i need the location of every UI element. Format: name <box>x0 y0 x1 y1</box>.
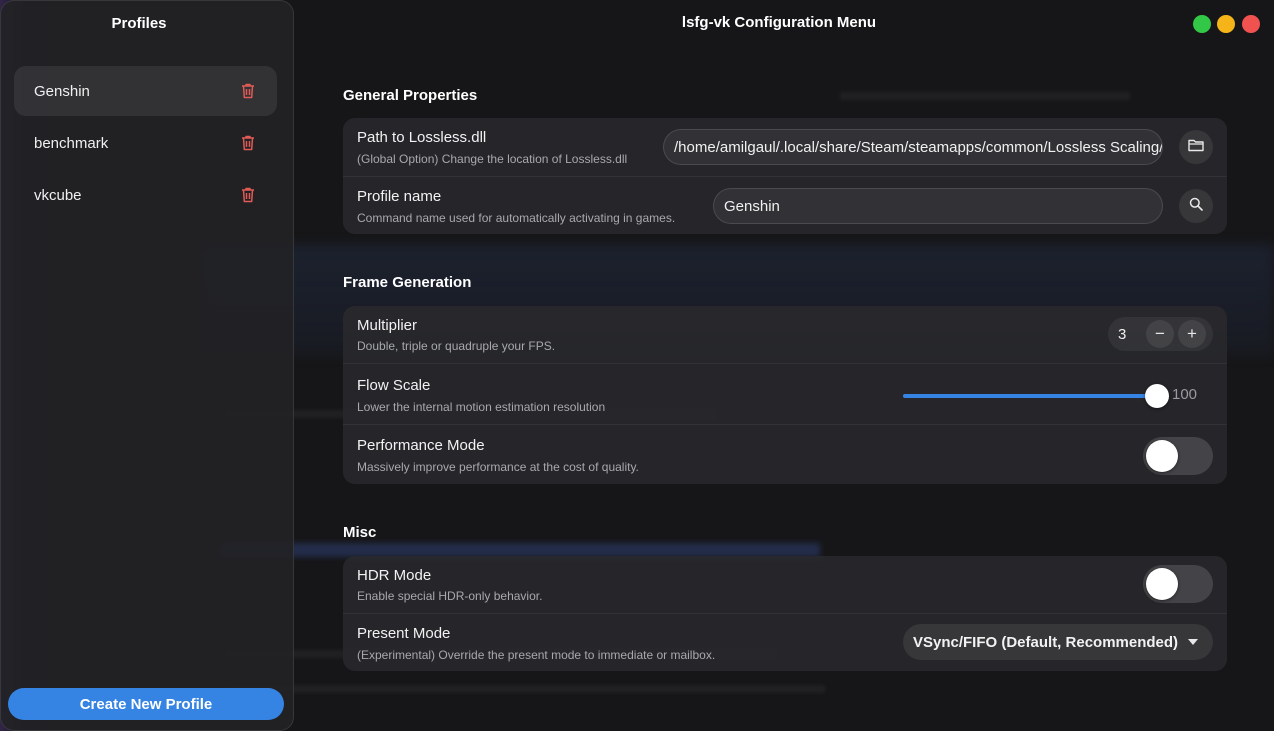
performance-mode-row: Performance Mode Massively improve perfo… <box>343 424 1227 484</box>
create-profile-button[interactable]: Create New Profile <box>8 688 284 720</box>
chevron-down-icon <box>1188 639 1199 645</box>
profile-item-genshin[interactable]: Genshin <box>14 66 277 116</box>
path-input[interactable]: /home/amilgaul/.local/share/Steam/steama… <box>663 129 1163 165</box>
frame-generation-group: Multiplier Double, triple or quadruple y… <box>343 306 1227 484</box>
multiplier-spinner: 3 − + <box>1108 317 1213 351</box>
search-button[interactable] <box>1179 189 1213 223</box>
minimize-button[interactable] <box>1217 15 1235 33</box>
window-title: lsfg-vk Configuration Menu <box>681 14 877 31</box>
flow-scale-title: Flow Scale <box>357 377 431 394</box>
hdr-mode-row: HDR Mode Enable special HDR-only behavio… <box>343 556 1227 613</box>
flow-scale-subtitle: Lower the internal motion estimation res… <box>357 400 606 414</box>
hdr-mode-title: HDR Mode <box>357 567 432 584</box>
delete-icon[interactable] <box>239 186 257 204</box>
maximize-button[interactable] <box>1193 15 1211 33</box>
flow-scale-row: Flow Scale Lower the internal motion est… <box>343 363 1227 424</box>
profile-item-benchmark[interactable]: benchmark <box>14 118 277 168</box>
present-mode-subtitle: (Experimental) Override the present mode… <box>357 648 716 662</box>
sidebar-title: Profiles <box>111 15 167 32</box>
slider-handle[interactable] <box>1145 384 1169 408</box>
section-title-misc: Misc <box>343 524 377 541</box>
profile-name: Genshin <box>34 82 90 100</box>
performance-mode-switch[interactable] <box>1143 437 1213 475</box>
profile-name: benchmark <box>34 134 109 152</box>
multiplier-value[interactable]: 3 <box>1108 326 1146 343</box>
folder-icon <box>1188 138 1204 157</box>
profile-name-input[interactable]: Genshin <box>713 188 1163 224</box>
browse-button[interactable] <box>1179 130 1213 164</box>
multiplier-subtitle: Double, triple or quadruple your FPS. <box>357 339 556 353</box>
flow-scale-value: 100 <box>1172 386 1198 403</box>
slider-fill <box>903 394 1157 398</box>
profile-item-vkcube[interactable]: vkcube <box>14 170 277 220</box>
background-blur-line <box>225 685 825 693</box>
background-blur-line <box>840 92 1130 100</box>
profile-name-subtitle: Command name used for automatically acti… <box>357 211 676 225</box>
path-row: Path to Lossless.dll (Global Option) Cha… <box>343 118 1227 176</box>
misc-group: HDR Mode Enable special HDR-only behavio… <box>343 556 1227 671</box>
close-button[interactable] <box>1242 15 1260 33</box>
switch-knob <box>1146 568 1178 600</box>
flow-scale-slider[interactable] <box>903 384 1169 408</box>
increment-button[interactable]: + <box>1178 320 1206 348</box>
profile-name-title: Profile name <box>357 188 442 205</box>
delete-icon[interactable] <box>239 82 257 100</box>
present-mode-dropdown[interactable]: VSync/FIFO (Default, Recommended) <box>903 624 1213 660</box>
profiles-sidebar: Profiles Genshin benchmark vkcube Create… <box>0 0 294 731</box>
section-title-general: General Properties <box>343 87 478 104</box>
present-mode-title: Present Mode <box>357 625 451 642</box>
performance-mode-subtitle: Massively improve performance at the cos… <box>357 460 639 474</box>
multiplier-row: Multiplier Double, triple or quadruple y… <box>343 306 1227 363</box>
general-properties-group: Path to Lossless.dll (Global Option) Cha… <box>343 118 1227 234</box>
hdr-mode-subtitle: Enable special HDR-only behavior. <box>357 589 543 603</box>
delete-icon[interactable] <box>239 134 257 152</box>
decrement-button[interactable]: − <box>1146 320 1174 348</box>
present-mode-value: VSync/FIFO (Default, Recommended) <box>913 633 1179 651</box>
switch-knob <box>1146 440 1178 472</box>
multiplier-title: Multiplier <box>357 317 418 334</box>
path-title: Path to Lossless.dll <box>357 129 487 146</box>
path-subtitle: (Global Option) Change the location of L… <box>357 152 628 166</box>
section-title-framegen: Frame Generation <box>343 274 472 291</box>
hdr-mode-switch[interactable] <box>1143 565 1213 603</box>
search-icon <box>1189 197 1203 216</box>
profile-name: vkcube <box>34 186 82 204</box>
profile-name-row: Profile name Command name used for autom… <box>343 176 1227 234</box>
present-mode-row: Present Mode (Experimental) Override the… <box>343 613 1227 671</box>
performance-mode-title: Performance Mode <box>357 437 485 454</box>
background-blur-highlight <box>220 543 820 557</box>
